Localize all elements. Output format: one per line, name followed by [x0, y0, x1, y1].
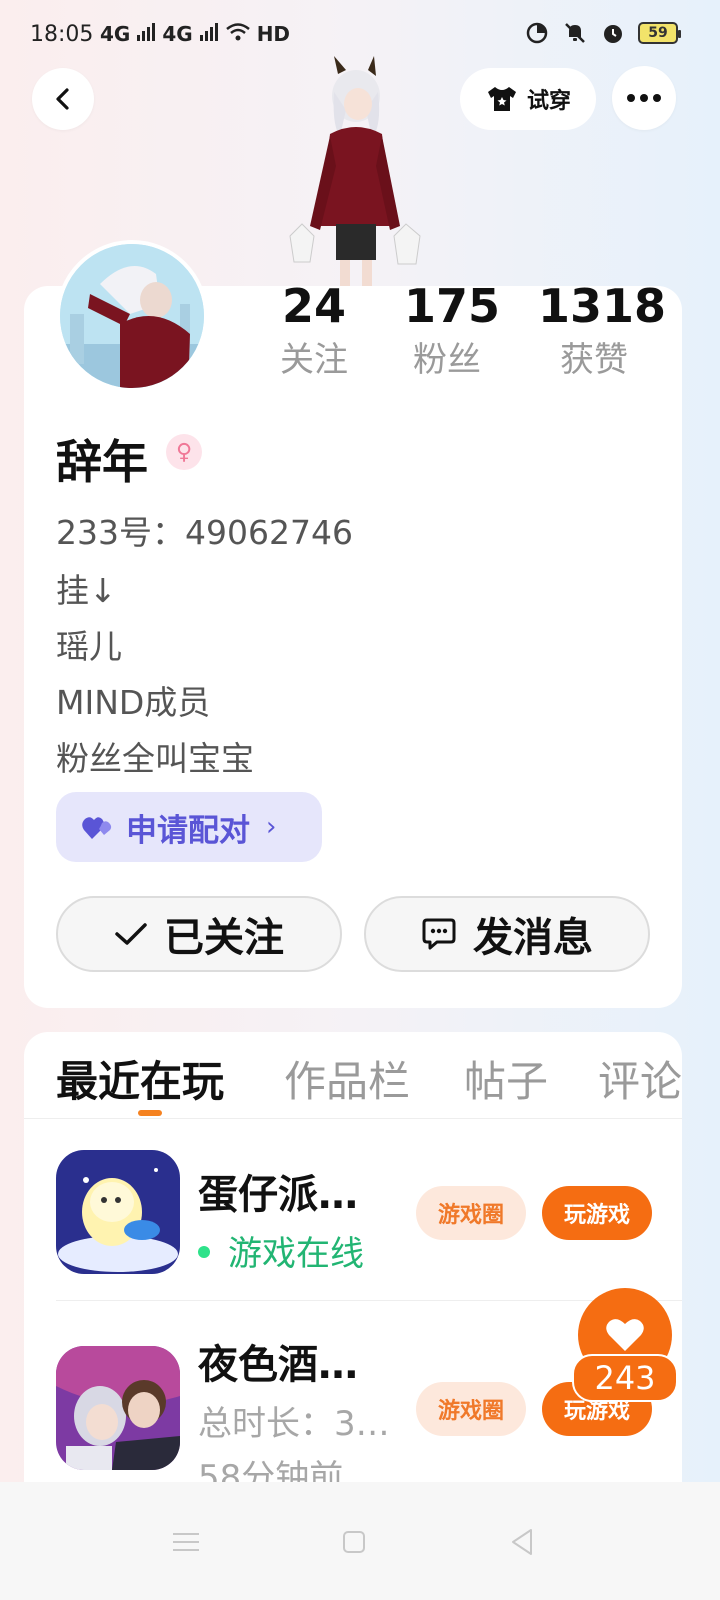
tab-active-indicator: [138, 1110, 162, 1116]
game-online-status: 游戏在线: [198, 1226, 364, 1275]
followed-label: 已关注: [164, 915, 284, 961]
play-game-button[interactable]: 玩游戏: [542, 1186, 652, 1240]
row-divider: [56, 1300, 682, 1301]
data-saver-icon: [524, 20, 550, 46]
signal-icon-2: 4G: [162, 22, 193, 46]
signal-icon: 4G: [100, 22, 131, 46]
alarm-icon: [600, 20, 626, 46]
game-icon-eggy-party[interactable]: [56, 1150, 180, 1274]
system-nav-bar: [0, 1482, 720, 1600]
apply-pair-label: 申请配对: [126, 812, 250, 849]
stat-fans-label: 粉丝: [413, 340, 481, 380]
menu-nav-icon[interactable]: [166, 1522, 206, 1562]
back-button[interactable]: [32, 68, 94, 130]
signal-bars-icon: [137, 23, 156, 41]
game-icon-night-bar[interactable]: [56, 1346, 180, 1470]
status-time: 18:05: [30, 22, 94, 47]
more-dots-icon: [627, 94, 661, 102]
chevron-left-icon: [56, 88, 69, 110]
tab-posts[interactable]: 帖子: [464, 1048, 548, 1109]
like-count-badge: 243: [572, 1354, 678, 1402]
more-button[interactable]: [612, 66, 676, 130]
bio-line-1: 挂↓: [56, 571, 117, 610]
stat-following-value: 24: [281, 279, 346, 333]
tabs-divider: [24, 1118, 682, 1119]
status-right-group: 59: [524, 20, 681, 46]
game-circle-button[interactable]: 游戏圈: [416, 1186, 526, 1240]
game-circle-button-2[interactable]: 游戏圈: [416, 1382, 526, 1436]
heart-icon: [606, 1319, 644, 1351]
game-online-label: 游戏在线: [228, 1234, 364, 1274]
battery-icon: 59: [638, 22, 681, 44]
tab-works[interactable]: 作品栏: [284, 1048, 410, 1109]
apply-pair-button[interactable]: 申请配对 ›: [56, 792, 322, 862]
try-on-label: 试穿: [526, 89, 571, 114]
mute-icon: [562, 20, 588, 46]
bio-line-4: 粉丝全叫宝宝: [56, 739, 254, 778]
game-duration: 总时长：3…: [198, 1404, 390, 1444]
stat-fans-value: 175: [404, 279, 501, 333]
tab-comments[interactable]: 评论: [598, 1048, 682, 1109]
wifi-icon: [225, 23, 250, 41]
game-title-2[interactable]: 夜色酒…: [198, 1332, 358, 1390]
stat-following-label: 关注: [280, 340, 348, 380]
signal-bars-icon-2: [199, 23, 218, 41]
stat-likes[interactable]: 1318 获赞: [538, 279, 667, 380]
stat-fans[interactable]: 175 粉丝: [404, 279, 501, 380]
back-nav-icon[interactable]: [502, 1522, 542, 1562]
stat-likes-value: 1318: [538, 279, 667, 333]
tab-recently-played[interactable]: 最近在玩: [56, 1048, 224, 1109]
avatar[interactable]: [56, 240, 208, 392]
avatar-character-figure[interactable]: [280, 56, 430, 288]
tshirt-icon: [487, 87, 516, 111]
chat-bubble-icon: [422, 918, 456, 950]
home-nav-icon[interactable]: [334, 1522, 374, 1562]
bio-line-3: MIND成员: [56, 683, 211, 722]
check-icon: [115, 923, 147, 945]
double-heart-icon: [82, 817, 112, 839]
hd-icon: HD: [256, 22, 291, 46]
profile-name: 辞年: [56, 435, 148, 489]
bio-line-2: 瑶儿: [56, 627, 122, 666]
status-network-group: 4G 4G HD: [100, 22, 290, 46]
stat-following[interactable]: 24 关注: [278, 280, 350, 380]
user-id: 233号：49062746: [56, 513, 353, 552]
game-title[interactable]: 蛋仔派…: [198, 1162, 358, 1220]
online-dot-icon: [198, 1245, 210, 1258]
send-message-button[interactable]: 发消息: [364, 896, 650, 972]
send-message-label: 发消息: [473, 915, 593, 961]
tab-bar: 最近在玩 作品栏 帖子 评论: [24, 1032, 682, 1118]
followed-button[interactable]: 已关注: [56, 896, 342, 972]
stat-likes-label: 获赞: [560, 340, 628, 380]
try-on-button[interactable]: 试穿: [460, 68, 596, 130]
female-gender-icon: ♀: [166, 434, 202, 470]
chevron-right-icon: ›: [266, 812, 277, 842]
